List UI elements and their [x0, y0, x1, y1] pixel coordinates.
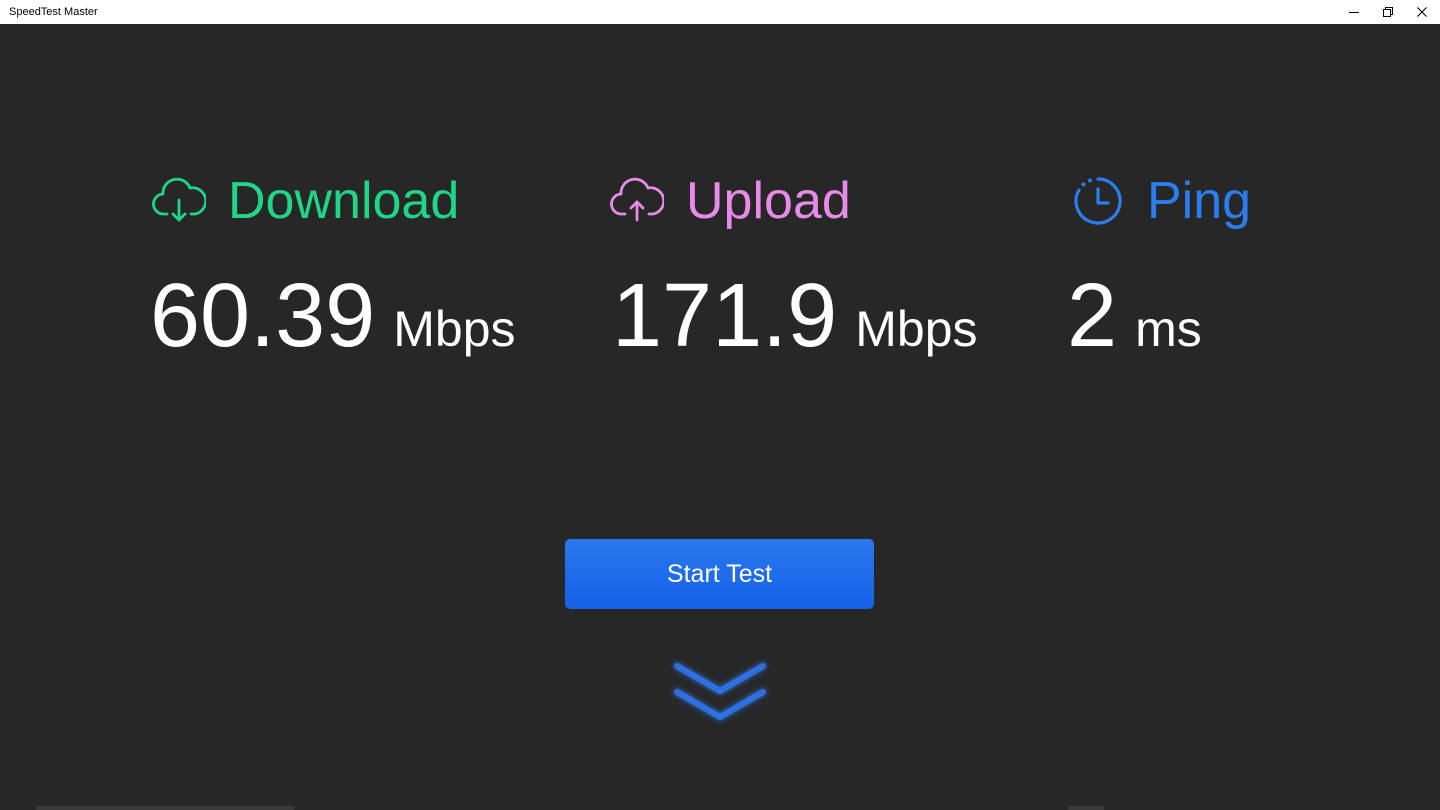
upload-label: Upload	[686, 172, 851, 230]
scroll-indicator	[36, 806, 294, 810]
start-test-button[interactable]: Start Test	[565, 539, 874, 609]
ping-value: 2	[1067, 266, 1118, 366]
window-title: SpeedTest Master	[9, 6, 98, 18]
download-label: Download	[228, 172, 460, 230]
title-bar: SpeedTest Master	[0, 0, 1440, 24]
clock-icon	[1071, 174, 1125, 228]
ping-label: Ping	[1147, 172, 1252, 230]
close-button[interactable]	[1405, 0, 1439, 24]
ping-header: Ping	[1071, 169, 1251, 233]
ping-unit: ms	[1135, 301, 1202, 357]
cloud-upload-icon	[610, 174, 664, 228]
download-value: 60.39	[150, 266, 376, 366]
upload-value: 171.9	[612, 266, 838, 366]
upload-reading: 171.9 Mbps	[612, 266, 978, 366]
upload-unit: Mbps	[855, 301, 978, 357]
double-chevron-down-icon[interactable]	[668, 656, 772, 732]
minimize-button[interactable]	[1337, 0, 1371, 24]
main-panel: Download 60.39 Mbps Upload 171.9 Mbps Pi…	[0, 24, 1440, 810]
download-reading: 60.39 Mbps	[150, 266, 516, 366]
scroll-indicator-secondary	[1068, 806, 1104, 810]
cloud-download-icon	[152, 174, 206, 228]
restore-icon	[1383, 7, 1393, 17]
minimize-icon	[1349, 12, 1359, 13]
download-unit: Mbps	[393, 301, 516, 357]
download-header: Download	[152, 169, 459, 233]
restore-button[interactable]	[1371, 0, 1405, 24]
upload-header: Upload	[610, 169, 851, 233]
close-icon	[1417, 7, 1427, 17]
ping-reading: 2 ms	[1067, 266, 1202, 366]
